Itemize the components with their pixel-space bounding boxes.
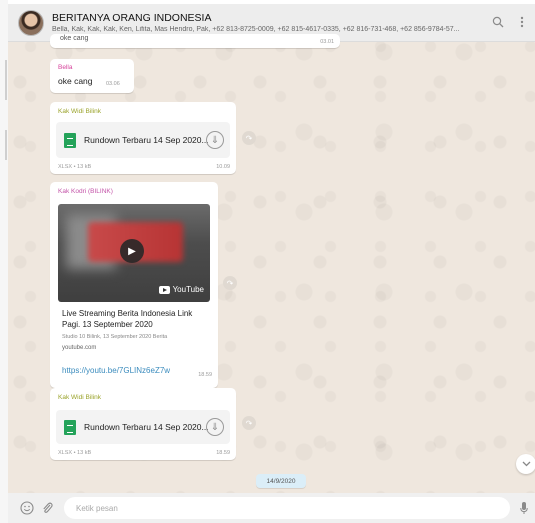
chat-members: Bella, Kak, Kak, Kak, Ken, Lifita, Mas H… xyxy=(52,26,460,33)
link-description: Studio 10 Bilink, 13 September 2020 Beri… xyxy=(62,334,168,340)
search-icon[interactable] xyxy=(492,16,504,31)
message-text: oke cang xyxy=(58,76,93,86)
youtube-badge: YouTube xyxy=(158,285,204,294)
group-avatar[interactable] xyxy=(18,9,44,36)
message-sender: Bella xyxy=(58,64,73,71)
link-title-line2: Pagi. 13 September 2020 xyxy=(62,320,153,329)
message-sender: Kak Kodri (BILINK) xyxy=(58,188,113,195)
document-attachment[interactable]: Rundown Terbaru 14 Sep 2020... ⇓ xyxy=(56,122,230,158)
microphone-icon[interactable] xyxy=(520,501,528,518)
compose-bar xyxy=(8,493,535,523)
message-video-link: Kak Kodri (BILINK) ▶ YouTube Live Stream… xyxy=(50,182,218,388)
message-document: Kak Widi Bilink Rundown Terbaru 14 Sep 2… xyxy=(50,102,236,174)
video-thumbnail[interactable]: ▶ YouTube xyxy=(58,204,210,302)
message-sender: Kak Widi Bilink xyxy=(58,394,101,401)
paperclip-icon[interactable] xyxy=(41,501,53,518)
message-time: 03.06 xyxy=(106,81,120,87)
document-attachment[interactable]: Rundown Terbaru 14 Sep 2020... ⇓ xyxy=(56,410,230,444)
link-domain: youtube.com xyxy=(62,345,97,351)
message-partial: oke cang 03.01 xyxy=(50,34,340,48)
document-meta: XLSX • 13 kB xyxy=(58,164,92,170)
emoji-icon[interactable] xyxy=(20,501,34,518)
download-icon[interactable]: ⇓ xyxy=(206,418,224,436)
forward-icon[interactable]: ↷ xyxy=(242,416,256,430)
chat-window: BERITANYA ORANG INDONESIA Bella, Kak, Ka… xyxy=(8,4,535,523)
message-time: 10.09 xyxy=(216,164,230,170)
message-sender: Kak Widi Bilink xyxy=(58,108,101,115)
menu-icon[interactable] xyxy=(520,16,524,31)
edge-mark xyxy=(5,130,7,160)
spreadsheet-icon xyxy=(64,132,76,148)
header-text[interactable]: BERITANYA ORANG INDONESIA Bella, Kak, Ka… xyxy=(52,12,482,33)
youtube-icon xyxy=(158,285,170,294)
forward-icon[interactable]: ↷ xyxy=(223,276,237,290)
document-name: Rundown Terbaru 14 Sep 2020... xyxy=(84,422,209,432)
forward-icon[interactable]: ↷ xyxy=(242,131,256,145)
message-time: 18.59 xyxy=(216,450,230,456)
edge-mark xyxy=(5,60,7,100)
document-meta: XLSX • 13 kB xyxy=(58,450,92,456)
message-time: 18.59 xyxy=(198,372,212,378)
date-divider: 14/9/2020 xyxy=(256,474,306,488)
spreadsheet-icon xyxy=(64,419,76,435)
message-text: oke cang xyxy=(60,35,89,42)
message-bella: Bella oke cang 03.06 xyxy=(50,59,134,93)
document-name: Rundown Terbaru 14 Sep 2020... xyxy=(84,135,209,145)
download-icon[interactable]: ⇓ xyxy=(206,131,224,149)
message-input[interactable] xyxy=(64,497,510,519)
message-time: 03.01 xyxy=(320,39,334,45)
left-edge xyxy=(0,0,8,523)
message-document: Kak Widi Bilink Rundown Terbaru 14 Sep 2… xyxy=(50,388,236,460)
play-icon[interactable]: ▶ xyxy=(120,239,144,263)
link-title-line1: Live Streaming Berita Indonesia Link xyxy=(62,309,193,318)
chat-title: BERITANYA ORANG INDONESIA xyxy=(52,12,212,24)
scroll-down-icon[interactable] xyxy=(516,454,535,474)
youtube-label: YouTube xyxy=(172,285,204,294)
link-url[interactable]: https://youtu.be/7GLINz6eZ7w xyxy=(62,366,170,375)
